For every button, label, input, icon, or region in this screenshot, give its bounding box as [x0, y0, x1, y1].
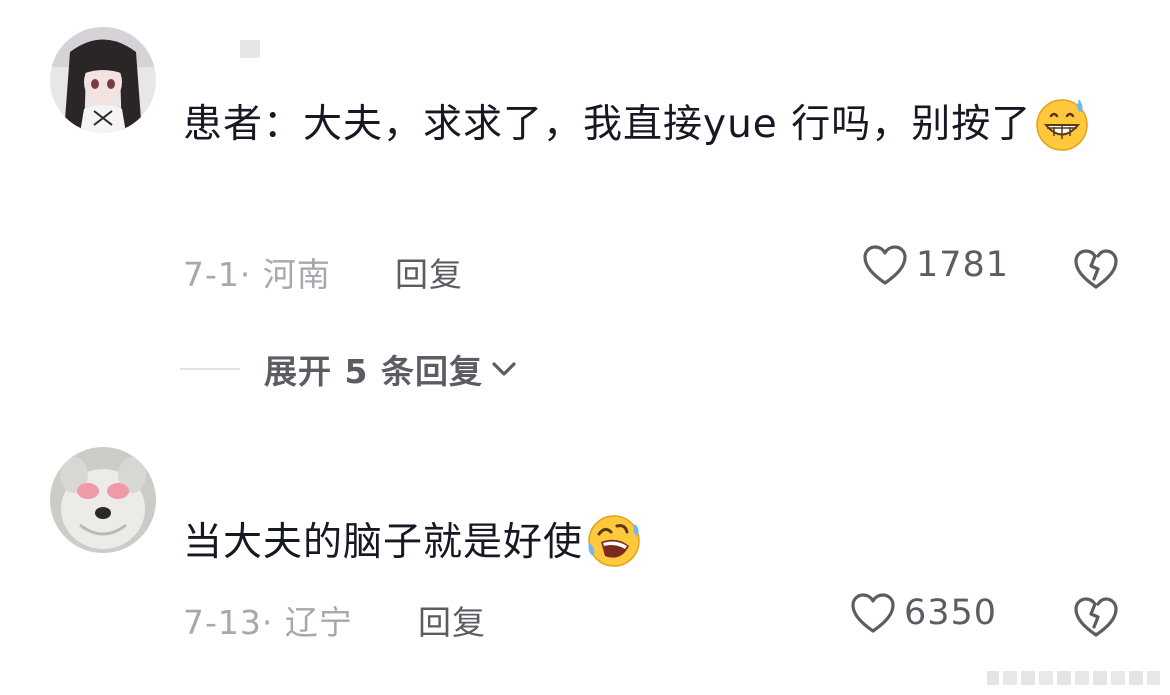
- meta-separator: ·: [261, 603, 285, 642]
- like-button[interactable]: 1781: [862, 244, 1009, 286]
- comment-body: 当大夫的脑子就是好使: [183, 520, 584, 565]
- heart-outline-icon: [863, 245, 907, 285]
- expand-replies-button[interactable]: 展开 5 条回复: [264, 345, 483, 393]
- divider-line: [180, 368, 240, 370]
- chevron-down-icon[interactable]: [487, 352, 521, 386]
- avatar[interactable]: [50, 27, 156, 133]
- comment-date: 7-13: [183, 603, 262, 642]
- broken-heart-icon[interactable]: [1073, 594, 1119, 640]
- like-count: 6350: [904, 593, 998, 633]
- anime-girl-avatar-image: [50, 27, 156, 133]
- like-button[interactable]: 6350: [850, 592, 997, 634]
- watermark-image: [987, 671, 1160, 685]
- grinning-sweat-emoji-icon: [1033, 94, 1091, 152]
- comment-meta: 7-13· 辽宁: [183, 596, 353, 644]
- reply-button[interactable]: 回复: [395, 248, 463, 296]
- comment-date: 7-1: [183, 255, 240, 294]
- comment-text: 患者：大夫，求求了，我直接yue 行吗，别按了: [183, 90, 1103, 160]
- comment-list: 患者：大夫，求求了，我直接yue 行吗，别按了 7-1· 河南 回复 1781 …: [0, 0, 1170, 695]
- rolling-laughing-emoji-icon: [585, 512, 643, 570]
- comment-location: 辽宁: [284, 603, 353, 642]
- broken-heart-icon[interactable]: [1073, 246, 1119, 292]
- comment-meta: 7-1· 河南: [183, 248, 331, 296]
- heart-outline-icon: [851, 593, 895, 633]
- reply-button[interactable]: 回复: [418, 596, 486, 644]
- comment-body: 患者：大夫，求求了，我直接yue 行吗，别按了: [183, 102, 1032, 147]
- comment-text: 当大夫的脑子就是好使: [183, 508, 1103, 578]
- avatar[interactable]: [50, 447, 156, 553]
- expand-replies-row[interactable]: 展开 5 条回复: [180, 345, 521, 393]
- like-count: 1781: [916, 245, 1010, 285]
- comment-location: 河南: [262, 255, 331, 294]
- dog-avatar-image: [50, 447, 156, 553]
- meta-separator: ·: [239, 255, 263, 294]
- username-redacted: [240, 40, 260, 58]
